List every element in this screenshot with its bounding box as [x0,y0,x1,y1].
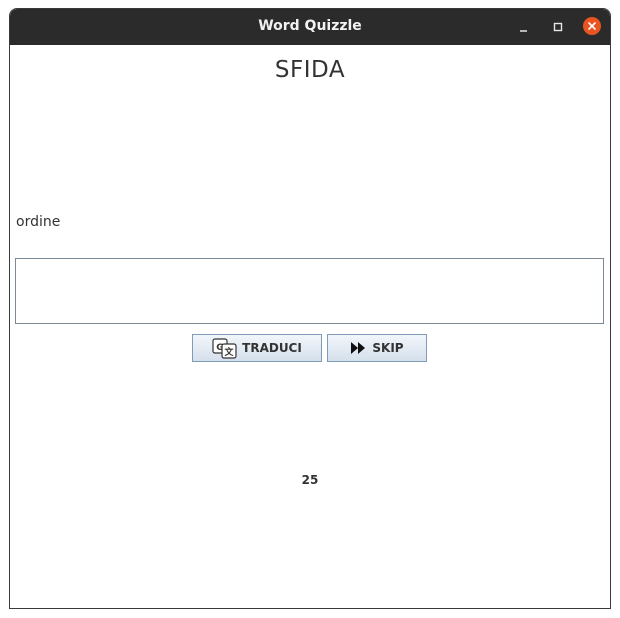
translate-button-label: TRADUCI [242,341,302,355]
minimize-icon [520,30,527,32]
app-window: Word Quizzle SFIDA ordine G 文 TRADUCI SK… [9,8,611,609]
page-title: SFIDA [274,57,346,83]
countdown-timer: 25 [301,473,319,487]
content-panel: SFIDA ordine G 文 TRADUCI SKIP 25 [10,45,610,608]
title-bar[interactable]: Word Quizzle [10,9,610,45]
answer-input[interactable] [15,258,604,324]
fast-forward-icon [350,341,368,355]
svg-text:文: 文 [224,346,235,358]
translate-icon: G 文 [212,337,238,359]
word-to-translate: ordine [16,214,61,230]
maximize-icon [553,22,563,32]
close-button[interactable] [583,17,601,35]
close-icon [587,21,597,31]
maximize-button[interactable] [548,17,568,37]
minimize-button[interactable] [514,17,534,37]
skip-button-label: SKIP [372,341,404,355]
translate-button[interactable]: G 文 TRADUCI [192,334,322,362]
skip-button[interactable]: SKIP [327,334,427,362]
